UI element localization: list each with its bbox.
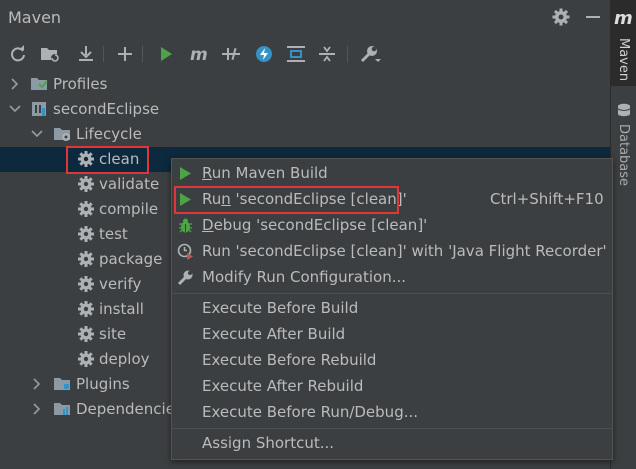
tree-label: validate xyxy=(99,175,160,193)
menu-item-execute-before-run[interactable]: Execute Before Run/Debug... xyxy=(172,399,612,425)
tree-label: test xyxy=(99,225,128,243)
maven-goal-icon[interactable]: m xyxy=(187,42,211,66)
tool-window-header: Maven xyxy=(0,0,610,36)
tab-maven[interactable]: m Maven xyxy=(611,0,636,86)
collapse-all-icon[interactable] xyxy=(315,42,339,66)
tree-label: install xyxy=(99,300,144,318)
chevron-right-icon[interactable] xyxy=(31,403,43,415)
debug-bug-icon xyxy=(179,218,192,233)
toolbar-separator xyxy=(103,46,104,62)
highlight-box-run-config xyxy=(174,186,399,214)
gear-icon xyxy=(78,201,94,217)
gear-icon xyxy=(78,176,94,192)
tree-label: Dependencies xyxy=(76,400,183,418)
right-tool-strip: m Maven Database xyxy=(610,0,636,469)
maven-icon: m xyxy=(614,8,633,29)
reload-icon[interactable] xyxy=(6,42,30,66)
minus-icon[interactable] xyxy=(586,16,600,18)
tree-label: secondEclipse xyxy=(53,100,160,118)
toolbar-separator xyxy=(347,46,348,62)
tree-label: Lifecycle xyxy=(76,125,142,143)
toolbar-separator xyxy=(142,46,143,62)
show-dependencies-icon[interactable] xyxy=(284,42,308,66)
menu-item-label: Run 'secondEclipse [clean]' with 'Java F… xyxy=(202,242,607,260)
tool-window-title: Maven xyxy=(8,8,62,27)
tree-label: deploy xyxy=(99,350,150,368)
menu-item-execute-after-rebuild[interactable]: Execute After Rebuild xyxy=(172,373,612,399)
menu-item-label: Debug 'secondEclipse [clean]' xyxy=(202,216,428,234)
tree-node-project[interactable]: secondEclipse xyxy=(0,97,610,122)
menu-item-label: Modify Run Configuration... xyxy=(202,268,407,286)
menu-separator xyxy=(173,428,611,429)
tree-node-profiles[interactable]: Profiles xyxy=(0,72,610,97)
menu-item-label: Execute Before Rebuild xyxy=(202,351,377,369)
wrench-icon xyxy=(177,270,193,286)
database-icon[interactable] xyxy=(617,103,631,117)
tree-label: Profiles xyxy=(53,75,108,93)
plugins-folder-icon xyxy=(54,378,70,390)
toggle-offline-icon[interactable] xyxy=(219,42,243,66)
tree-node-lifecycle[interactable]: Lifecycle xyxy=(0,122,610,147)
gear-icon xyxy=(78,251,94,267)
tree-label: Plugins xyxy=(76,375,130,393)
add-project-icon[interactable] xyxy=(38,42,62,66)
menu-item-execute-after-build[interactable]: Execute After Build xyxy=(172,321,612,347)
settings-wrench-icon[interactable] xyxy=(358,42,382,66)
menu-item-debug-config[interactable]: Debug 'secondEclipse [clean]' xyxy=(172,212,612,238)
chevron-right-icon[interactable] xyxy=(9,78,21,90)
lifecycle-folder-icon xyxy=(54,128,70,141)
gear-icon xyxy=(78,301,94,317)
menu-item-label: Execute Before Run/Debug... xyxy=(202,403,419,421)
menu-item-shortcut: Ctrl+Shift+F10 xyxy=(490,190,604,208)
gear-icon xyxy=(78,276,94,292)
menu-item-modify-run-config[interactable]: Modify Run Configuration... xyxy=(172,264,612,290)
menu-item-execute-before-rebuild[interactable]: Execute Before Rebuild xyxy=(172,347,612,373)
menu-item-label: Execute Before Build xyxy=(202,299,359,317)
gear-icon[interactable] xyxy=(551,7,571,27)
download-icon[interactable] xyxy=(74,42,98,66)
maven-project-icon xyxy=(32,102,46,116)
menu-item-assign-shortcut[interactable]: Assign Shortcut... xyxy=(172,430,612,456)
gear-icon xyxy=(78,326,94,342)
tree-label: verify xyxy=(99,275,142,293)
tab-database-label[interactable]: Database xyxy=(616,124,631,186)
tree-label: site xyxy=(99,325,127,343)
menu-item-label: Assign Shortcut... xyxy=(202,434,335,452)
menu-item-label: Run Maven Build xyxy=(202,164,328,182)
chevron-down-icon[interactable] xyxy=(31,128,43,140)
tree-label: package xyxy=(99,250,163,268)
chevron-down-icon[interactable] xyxy=(9,103,21,115)
dependencies-folder-icon xyxy=(54,403,70,415)
plus-icon[interactable] xyxy=(113,42,137,66)
menu-item-execute-before-build[interactable]: Execute Before Build xyxy=(172,295,612,321)
highlight-box-clean xyxy=(66,146,149,174)
profiles-folder-icon xyxy=(31,78,48,90)
maven-toolbar: m xyxy=(0,38,610,68)
menu-item-label: Execute After Build xyxy=(202,325,346,343)
profiler-clock-icon xyxy=(177,243,193,260)
tree-label: compile xyxy=(99,200,159,218)
gear-icon xyxy=(78,226,94,242)
run-icon xyxy=(180,167,191,180)
menu-item-run-maven-build[interactable]: Run Maven Build xyxy=(172,160,612,186)
skip-tests-icon[interactable] xyxy=(252,42,276,66)
gear-icon xyxy=(78,351,94,367)
run-icon[interactable] xyxy=(154,42,178,66)
menu-item-run-jfr[interactable]: Run 'secondEclipse [clean]' with 'Java F… xyxy=(172,238,612,264)
menu-separator xyxy=(173,293,611,294)
menu-item-label: Execute After Rebuild xyxy=(202,377,364,395)
chevron-right-icon[interactable] xyxy=(31,378,43,390)
svg-text:m: m xyxy=(190,45,208,63)
tab-maven-label: Maven xyxy=(616,38,631,82)
